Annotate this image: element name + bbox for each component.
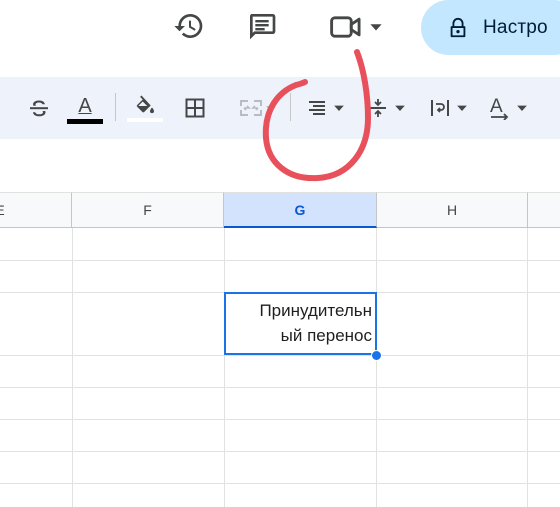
share-button[interactable]: Настро: [421, 0, 560, 55]
version-history-button[interactable]: [170, 7, 208, 45]
fill-color-icon: [136, 95, 154, 114]
strikethrough-button[interactable]: [22, 77, 56, 139]
borders-icon: [185, 98, 205, 118]
chevron-down-icon: [266, 106, 274, 111]
text-rotation-button[interactable]: A: [482, 77, 534, 139]
text-wrapping-button[interactable]: [422, 77, 474, 139]
column-header-next[interactable]: [528, 192, 560, 228]
vertical-align-icon: [370, 99, 386, 117]
grid-line: [0, 260, 560, 261]
grid-line: [0, 483, 560, 484]
share-button-label: Настро: [483, 16, 548, 38]
cell-text-line: ый перенос: [280, 326, 372, 345]
grid-line: [376, 228, 377, 507]
column-header-f[interactable]: F: [72, 192, 224, 228]
merge-cells-icon: [240, 100, 262, 116]
history-icon: [174, 14, 203, 38]
toolbar-divider: [115, 93, 116, 121]
vertical-align-button[interactable]: [360, 77, 412, 139]
lock-icon: [450, 17, 466, 37]
active-cell-g[interactable]: Принудительн ый перенос: [224, 292, 377, 355]
horizontal-align-button[interactable]: [298, 77, 352, 139]
grid-line: [527, 228, 528, 507]
video-camera-icon: [330, 16, 361, 38]
text-color-swatch: [67, 119, 103, 124]
text-color-icon: A: [78, 95, 92, 117]
column-header-h[interactable]: H: [377, 192, 528, 228]
text-color-button[interactable]: A: [66, 77, 104, 139]
grid-line: [0, 419, 560, 420]
strikethrough-icon: [30, 100, 48, 117]
fill-handle[interactable]: [371, 350, 382, 361]
chevron-down-icon: [395, 105, 405, 111]
chevron-down-icon: [517, 105, 527, 111]
text-rotation-icon: A: [488, 96, 512, 120]
text-wrap-icon: [431, 100, 449, 116]
fill-color-swatch: [127, 118, 163, 122]
toolbar-divider: [290, 93, 291, 121]
chevron-down-icon: [370, 24, 382, 31]
merge-cells-button[interactable]: [228, 77, 284, 139]
grid-line: [0, 451, 560, 452]
grid-line: [72, 228, 73, 507]
align-right-icon: [309, 101, 325, 115]
grid-line: [224, 228, 225, 507]
fill-color-button[interactable]: [126, 77, 164, 139]
meet-button[interactable]: [320, 9, 392, 45]
borders-button[interactable]: [176, 77, 214, 139]
column-header-g[interactable]: G: [224, 192, 377, 228]
comments-button[interactable]: [243, 7, 281, 45]
column-header-e[interactable]: E: [0, 192, 72, 228]
grid-line: [0, 387, 560, 388]
chevron-down-icon: [334, 105, 344, 111]
grid-line: [0, 355, 560, 356]
chevron-down-icon: [457, 105, 467, 111]
comment-icon: [249, 14, 276, 40]
cell-text-line: Принудительн: [259, 301, 372, 320]
